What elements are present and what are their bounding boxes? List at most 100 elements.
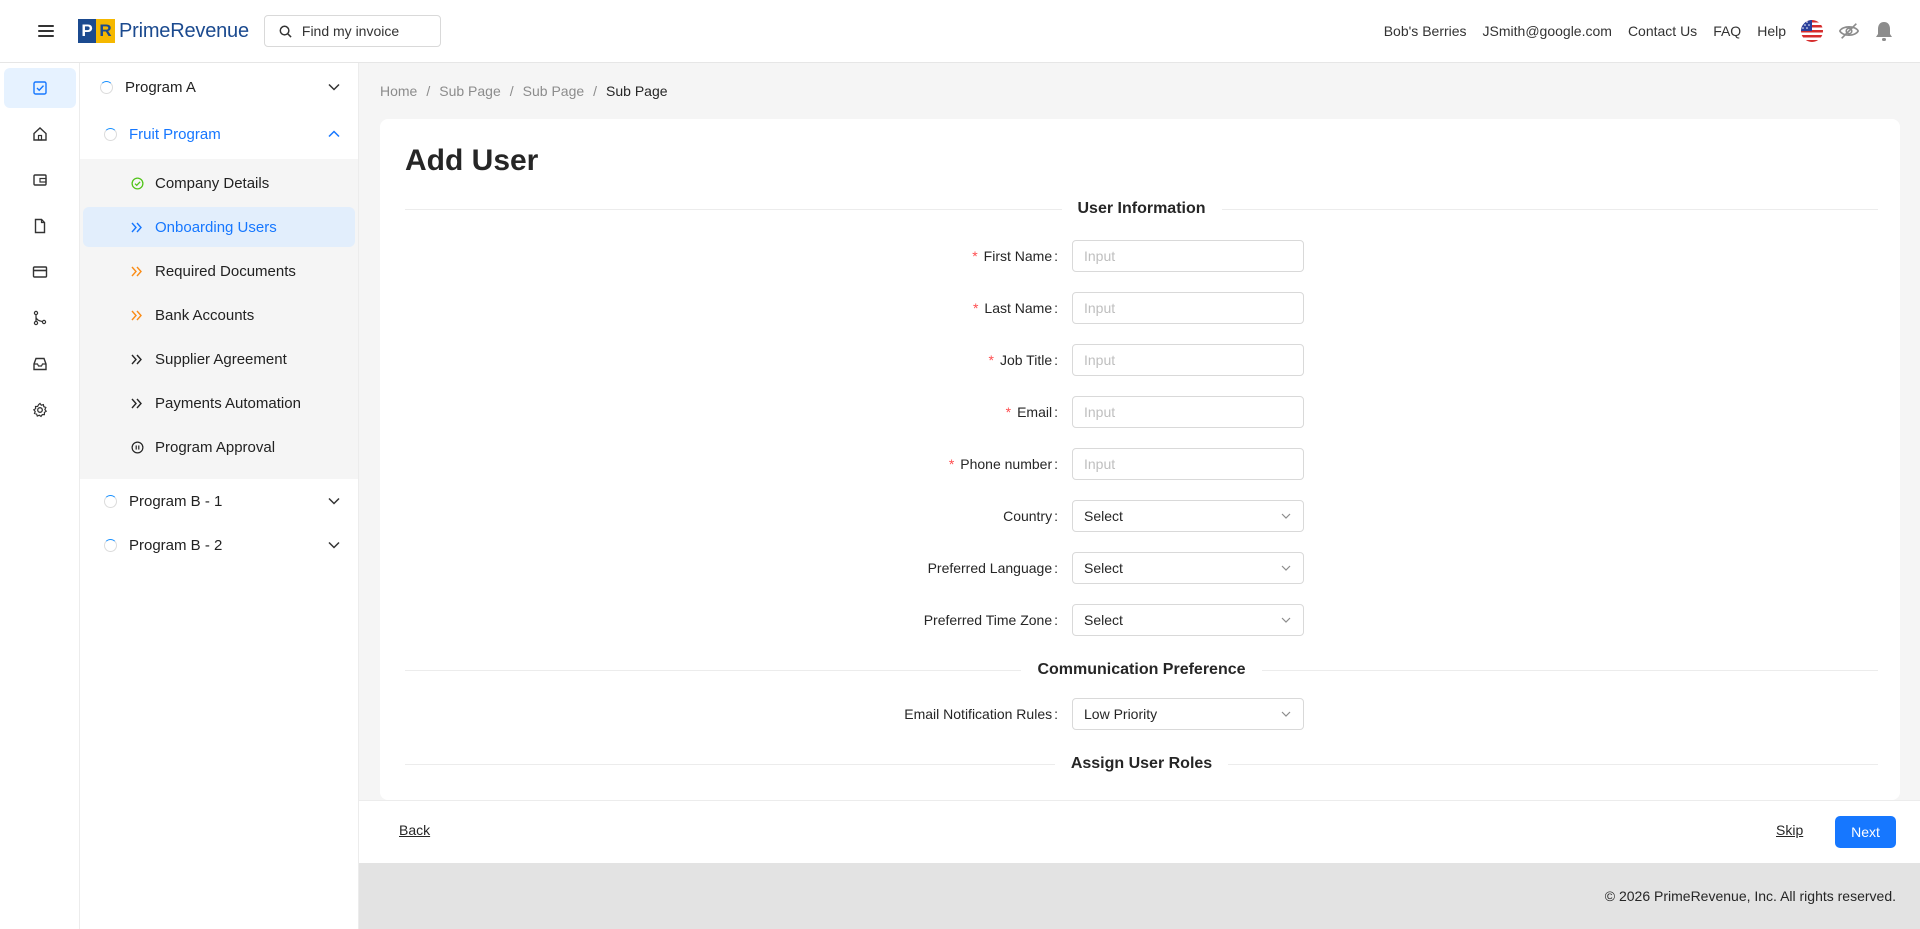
label-colon: :	[1054, 404, 1058, 420]
placeholder: Input	[1084, 248, 1116, 264]
select-value: Low Priority	[1084, 706, 1158, 722]
label-text: Phone number	[960, 456, 1053, 472]
placeholder: Input	[1084, 404, 1116, 420]
label-colon: :	[1054, 508, 1058, 524]
copyright-text: © 2026 PrimeRevenue, Inc. All rights res…	[1604, 888, 1896, 904]
contact-us-link[interactable]: Contact Us	[1628, 23, 1697, 39]
eye-off-icon[interactable]	[1838, 20, 1860, 42]
pause-circle-icon	[131, 441, 145, 454]
search-icon	[279, 25, 292, 38]
step-bank-accounts[interactable]: Bank Accounts	[83, 295, 355, 335]
email-input[interactable]: Input	[1072, 396, 1304, 428]
faq-link[interactable]: FAQ	[1713, 23, 1741, 39]
progress-spinner-icon	[104, 127, 117, 141]
user-email-link[interactable]: JSmith@google.com	[1483, 23, 1612, 39]
skip-link[interactable]: Skip	[1776, 822, 1803, 838]
settings-icon[interactable]	[4, 390, 76, 430]
breadcrumb-separator: /	[426, 83, 431, 99]
top-header: P R PrimeRevenue Find my invoice Bob's B…	[0, 0, 1920, 63]
required-mark: *	[948, 456, 955, 472]
language-select[interactable]: Select	[1072, 552, 1304, 584]
chevron-down-icon	[1281, 513, 1291, 519]
logo-mark: P R	[78, 19, 115, 43]
logo-text: PrimeRevenue	[119, 19, 249, 42]
program-b-1-item[interactable]: Program B - 1	[80, 479, 358, 523]
label-colon: :	[1054, 560, 1058, 576]
required-mark: *	[988, 352, 994, 368]
label-colon: :	[1054, 300, 1058, 316]
fruit-program-label: Fruit Program	[129, 125, 221, 143]
document-icon[interactable]	[4, 206, 76, 246]
fruit-program-steps: Company Details Onboarding Users Require…	[80, 159, 358, 479]
label-text: Email Notification Rules	[904, 706, 1053, 722]
step-program-approval[interactable]: Program Approval	[83, 427, 355, 467]
step-onboarding-users[interactable]: Onboarding Users	[83, 207, 355, 247]
us-flag-icon[interactable]	[1800, 19, 1824, 43]
last-name-input[interactable]: Input	[1072, 292, 1304, 324]
country-row: Country: Select	[380, 500, 1900, 532]
search-placeholder: Find my invoice	[301, 23, 400, 39]
inbox-icon[interactable]	[4, 344, 76, 384]
logo[interactable]: P R PrimeRevenue	[78, 19, 249, 43]
logo-mark-r: R	[96, 19, 115, 43]
form-card: Add User User Information * First Name: I…	[380, 119, 1900, 800]
step-required-documents[interactable]: Required Documents	[83, 251, 355, 291]
menu-icon[interactable]	[38, 25, 54, 37]
step-payments-automation[interactable]: Payments Automation	[83, 383, 355, 423]
chevron-down-icon	[328, 83, 340, 91]
bell-icon[interactable]	[1874, 20, 1894, 42]
credit-card-icon[interactable]	[4, 252, 76, 292]
search-input[interactable]: Find my invoice	[263, 15, 441, 47]
section-title: User Information	[1077, 200, 1206, 217]
email-rules-select[interactable]: Low Priority	[1072, 698, 1304, 730]
breadcrumb-sub-page[interactable]: Sub Page	[439, 83, 501, 99]
step-label: Payments Automation	[155, 394, 301, 412]
label-colon: :	[1054, 706, 1058, 722]
language-label: Preferred Language:	[380, 560, 1072, 576]
program-b-2-label: Program B - 2	[129, 536, 223, 554]
fruit-program-item[interactable]: Fruit Program	[80, 109, 358, 159]
program-a-item[interactable]: Program A	[80, 65, 358, 109]
back-link[interactable]: Back	[399, 822, 430, 838]
timezone-select[interactable]: Select	[1072, 604, 1304, 636]
program-b-2-item[interactable]: Program B - 2	[80, 523, 358, 567]
breadcrumb-sub-page[interactable]: Sub Page	[523, 83, 585, 99]
language-row: Preferred Language: Select	[380, 552, 1900, 584]
label-colon: :	[1054, 352, 1058, 368]
home-icon[interactable]	[4, 114, 76, 154]
help-link[interactable]: Help	[1757, 23, 1786, 39]
step-label: Required Documents	[155, 262, 296, 280]
chevron-down-icon	[328, 497, 340, 505]
checklist-icon[interactable]	[4, 68, 76, 108]
program-nav: Program A Fruit Program Company Details …	[80, 63, 359, 929]
first-name-label: * First Name:	[380, 248, 1072, 264]
logo-mark-p: P	[78, 19, 96, 43]
country-select[interactable]: Select	[1072, 500, 1304, 532]
breadcrumb-home[interactable]: Home	[380, 83, 417, 99]
wallet-icon[interactable]	[4, 160, 76, 200]
required-mark: *	[1005, 404, 1012, 420]
step-supplier-agreement[interactable]: Supplier Agreement	[83, 339, 355, 379]
required-mark: *	[972, 300, 979, 316]
email-rules-label: Email Notification Rules:	[380, 706, 1072, 722]
label-colon: :	[1054, 248, 1058, 264]
chevron-down-icon	[1281, 617, 1291, 623]
next-button[interactable]: Next	[1835, 816, 1896, 848]
email-label: * Email:	[380, 404, 1072, 420]
company-link[interactable]: Bob's Berries	[1384, 23, 1467, 39]
branch-icon[interactable]	[4, 298, 76, 338]
timezone-row: Preferred Time Zone: Select	[380, 604, 1900, 636]
check-circle-icon	[131, 176, 145, 190]
job-title-input[interactable]: Input	[1072, 344, 1304, 376]
phone-input[interactable]: Input	[1072, 448, 1304, 480]
program-a-label: Program A	[125, 78, 196, 96]
chevron-down-icon	[328, 541, 340, 549]
first-name-row: * First Name: Input	[380, 240, 1900, 272]
chevron-down-icon	[1281, 565, 1291, 571]
select-value: Select	[1084, 612, 1123, 628]
first-name-input[interactable]: Input	[1072, 240, 1304, 272]
step-company-details[interactable]: Company Details	[83, 163, 355, 203]
last-name-label: * Last Name:	[380, 300, 1072, 316]
select-value: Select	[1084, 508, 1123, 524]
job-title-row: * Job Title: Input	[380, 344, 1900, 376]
